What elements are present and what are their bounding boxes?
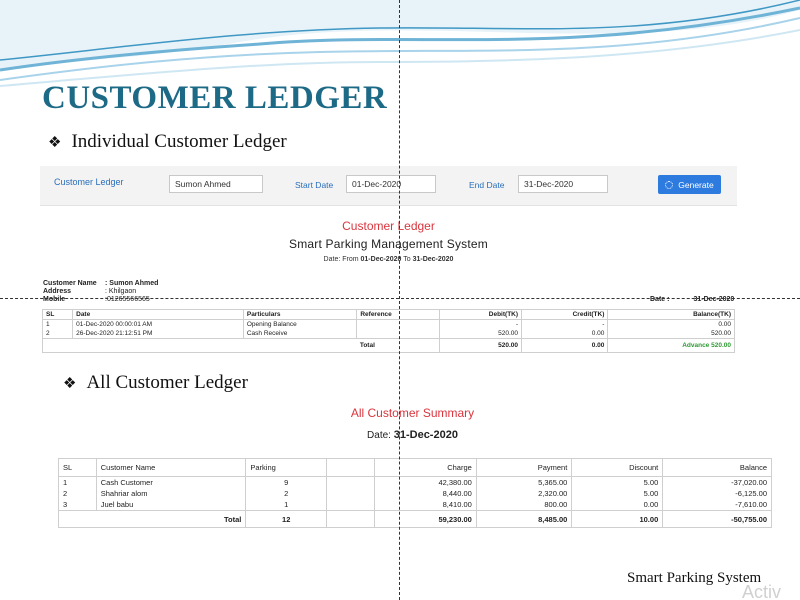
report-title: Customer Ledger <box>342 219 435 233</box>
individual-ledger-panel: Customer Ledger Sumon Ahmed Start Date 0… <box>40 166 737 366</box>
table-header-row: SL Date Particulars Reference Debit(TK) … <box>41 309 735 320</box>
activation-watermark: Activ <box>742 582 782 600</box>
report-system-name: Smart Parking Management System <box>289 237 488 251</box>
summary-date: Date: 31-Dec-2020 <box>367 429 458 441</box>
advance-balance: Advance 520.00 <box>607 338 735 353</box>
crosshair-horizontal <box>0 298 800 299</box>
bullet-all-ledger: ❖ All Customer Ledger <box>63 372 248 394</box>
refresh-icon <box>665 180 674 189</box>
bullet-individual-ledger: ❖ Individual Customer Ledger <box>48 131 287 153</box>
ledger-table: SL Date Particulars Reference Debit(TK) … <box>41 309 735 353</box>
bullet-text: All Customer Ledger <box>86 372 248 393</box>
table-total-row: Total 520.00 0.00 Advance 520.00 <box>41 338 735 353</box>
all-customer-summary-panel: All Customer Summary Date: 31-Dec-2020 S… <box>40 400 785 540</box>
report-date-range: Date: From 01-Dec-2020 To 31-Dec-2020 <box>323 256 454 263</box>
slide-title: CUSTOMER LEDGER <box>42 80 388 116</box>
filter-title: Customer Ledger <box>54 177 124 187</box>
table-total-row: Total 12 59,230.00 8,485.00 10.00 -50,75… <box>57 510 772 528</box>
table-header-row: SL Customer Name Parking Charge Payment … <box>58 458 772 477</box>
table-row: 2 26-Dec-2020 21:12:51 PM Cash Receive 5… <box>41 329 735 339</box>
generate-label: Generate <box>678 179 714 190</box>
customer-name-row: Customer Name: Sumon Ahmed <box>43 280 159 287</box>
bullet-text: Individual Customer Ledger <box>71 131 287 152</box>
summary-title: All Customer Summary <box>350 406 475 420</box>
crosshair-vertical <box>399 0 400 600</box>
customer-select[interactable]: Sumon Ahmed <box>169 175 263 193</box>
start-date-input[interactable]: 01-Dec-2020 <box>346 175 436 193</box>
diamond-bullet-icon: ❖ <box>63 375 77 392</box>
table-row: 3 Juel babu 1 8,410.00 800.00 0.00 -7,61… <box>58 499 772 511</box>
end-date-input[interactable]: 31-Dec-2020 <box>518 175 608 193</box>
filter-bar: Customer Ledger Sumon Ahmed Start Date 0… <box>40 166 737 206</box>
summary-table: SL Customer Name Parking Charge Payment … <box>57 458 772 528</box>
customer-address-row: Address: Khilgaon <box>43 288 137 295</box>
table-row: 1 01-Dec-2020 00:00:01 AM Opening Balanc… <box>41 319 735 329</box>
generate-button[interactable]: Generate <box>658 175 721 194</box>
end-date-label: End Date <box>469 180 505 190</box>
table-row: 1 Cash Customer 9 42,380.00 5,365.00 5.0… <box>58 476 772 488</box>
diamond-bullet-icon: ❖ <box>48 134 62 151</box>
table-row: 2 Shahriar alom 2 8,440.00 2,320.00 5.00… <box>58 488 772 499</box>
start-date-label: Start Date <box>295 180 334 190</box>
